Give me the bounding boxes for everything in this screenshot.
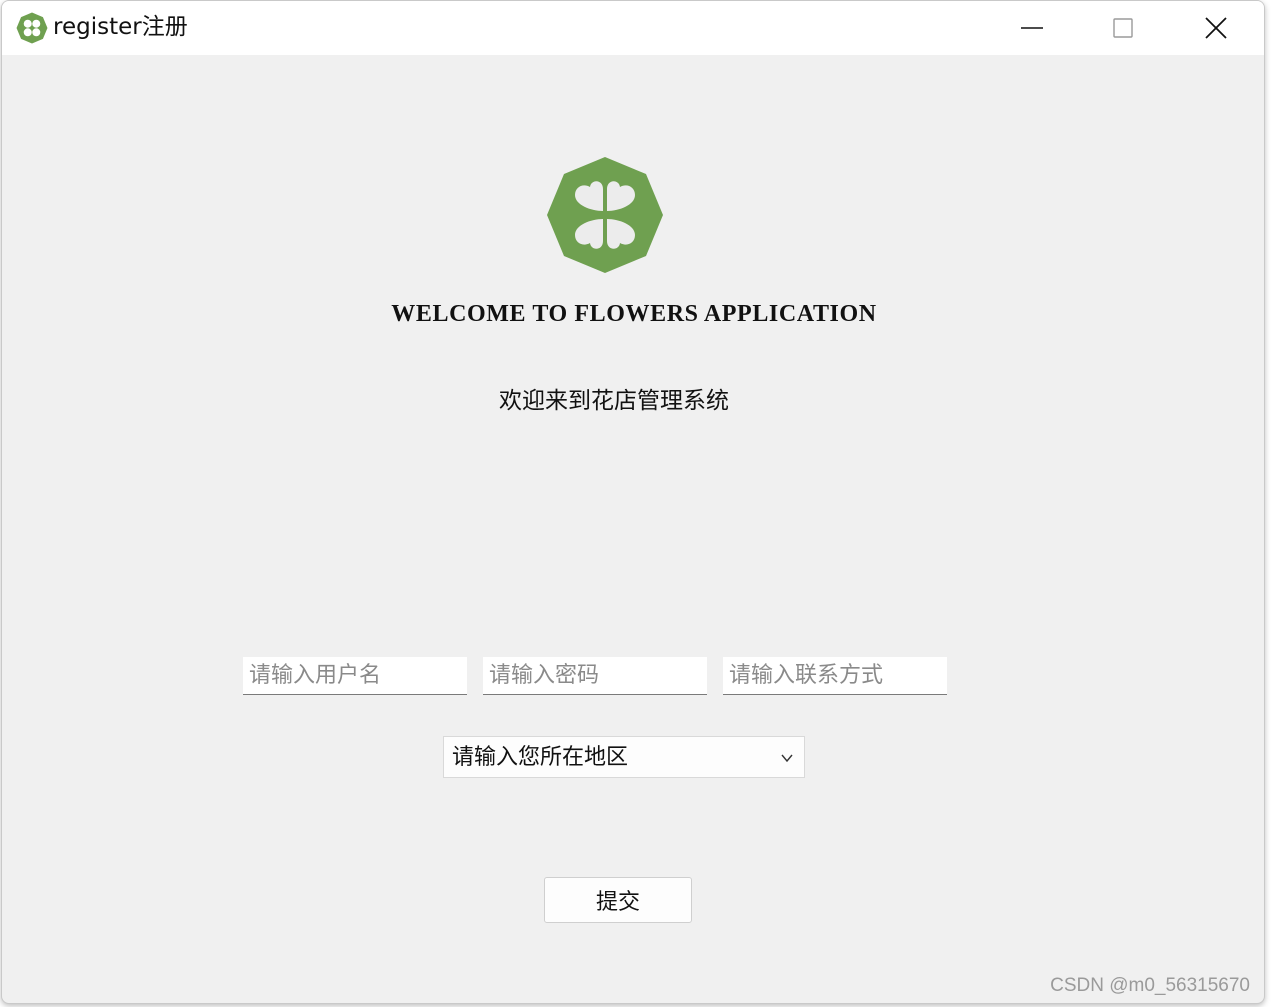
close-button[interactable] <box>1170 1 1262 55</box>
watermark-text: CSDN @m0_56315670 <box>1050 975 1250 996</box>
title-bar[interactable]: register注册 <box>2 1 1264 55</box>
window-title: register注册 <box>53 14 188 40</box>
submit-button[interactable]: 提交 <box>544 877 692 923</box>
maximize-button[interactable] <box>1077 1 1169 55</box>
username-input[interactable] <box>243 657 467 695</box>
minimize-icon <box>1021 27 1043 29</box>
four-leaf-clover-icon <box>16 12 48 44</box>
close-icon <box>1205 17 1227 39</box>
contact-input[interactable] <box>723 657 947 695</box>
system-subtitle: 欢迎来到花店管理系统 <box>499 388 729 414</box>
minimize-button[interactable] <box>986 1 1078 55</box>
chevron-down-icon <box>781 754 793 763</box>
welcome-heading: WELCOME TO FLOWERS APPLICATION <box>391 301 877 327</box>
maximize-icon <box>1113 18 1133 38</box>
password-input[interactable] <box>483 657 707 695</box>
four-leaf-clover-logo <box>547 157 663 273</box>
register-window: register注册 WELCOME TO FLOWERS APPLICATIO… <box>1 0 1265 1004</box>
region-select-value: 请输入您所在地区 <box>452 745 629 770</box>
region-select[interactable]: 请输入您所在地区 <box>443 736 805 778</box>
main-content: WELCOME TO FLOWERS APPLICATION 欢迎来到花店管理系… <box>2 55 1264 1003</box>
